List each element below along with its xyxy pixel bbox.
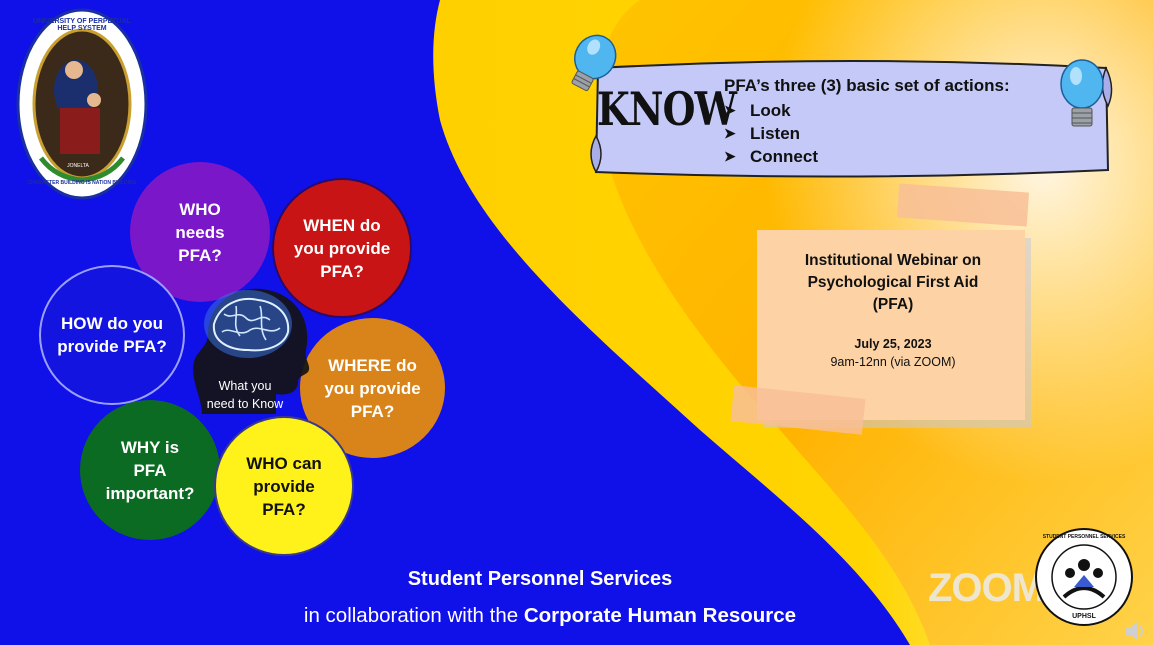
bubble-who-can: WHO can provide PFA? [214, 416, 354, 556]
arrow-bullet-icon: ➤ [724, 102, 736, 118]
lightbulb-icon [1060, 59, 1104, 127]
list-item: ➤ Look [724, 101, 791, 120]
lightbulb-icon [571, 34, 617, 92]
list-item: ➤ Connect [724, 147, 818, 166]
webinar-title: Institutional Webinar on Psychological F… [804, 252, 982, 313]
bubble-how: HOW do you provide PFA? [39, 265, 185, 405]
bubble-why: WHY is PFA important? [80, 400, 220, 540]
university-small-text: JONELTA [67, 163, 89, 169]
university-motto: CHARACTER BUILDING IS NATION BUILDING [27, 180, 137, 186]
slide: UNIVERSITY OF PERPETUAL HELP SYSTEM CHAR… [0, 0, 1153, 645]
list-item: ➤ Listen [724, 124, 801, 143]
footer-line-1: Student Personnel Services [407, 568, 673, 590]
actions-list: ➤ Look ➤ Listen ➤ Connect [724, 99, 818, 168]
speaker-icon[interactable] [1124, 620, 1148, 642]
university-ring-text: UNIVERSITY OF PERPETUAL HELP SYSTEM [33, 18, 131, 32]
university-logo [16, 8, 148, 200]
footer-line-2: in collaboration with the Corporate Huma… [303, 604, 797, 627]
arrow-bullet-icon: ➤ [724, 125, 736, 141]
webinar-time: 9am-12nn (via ZOOM) [830, 355, 956, 369]
webinar-date: July 25, 2023 [854, 337, 932, 351]
arrow-bullet-icon: ➤ [724, 148, 736, 164]
zoom-watermark: ZOOM [928, 566, 1045, 610]
know-title: PFA’s three (3) basic set of actions: [724, 76, 1010, 95]
center-head-text: What you need to Know [206, 379, 284, 411]
sps-logo [1035, 528, 1133, 626]
sps-logo-ring-text: STUDENT PERSONNEL SERVICES [1042, 534, 1126, 540]
sps-logo-bottom-text: UPHSL [1072, 613, 1096, 620]
